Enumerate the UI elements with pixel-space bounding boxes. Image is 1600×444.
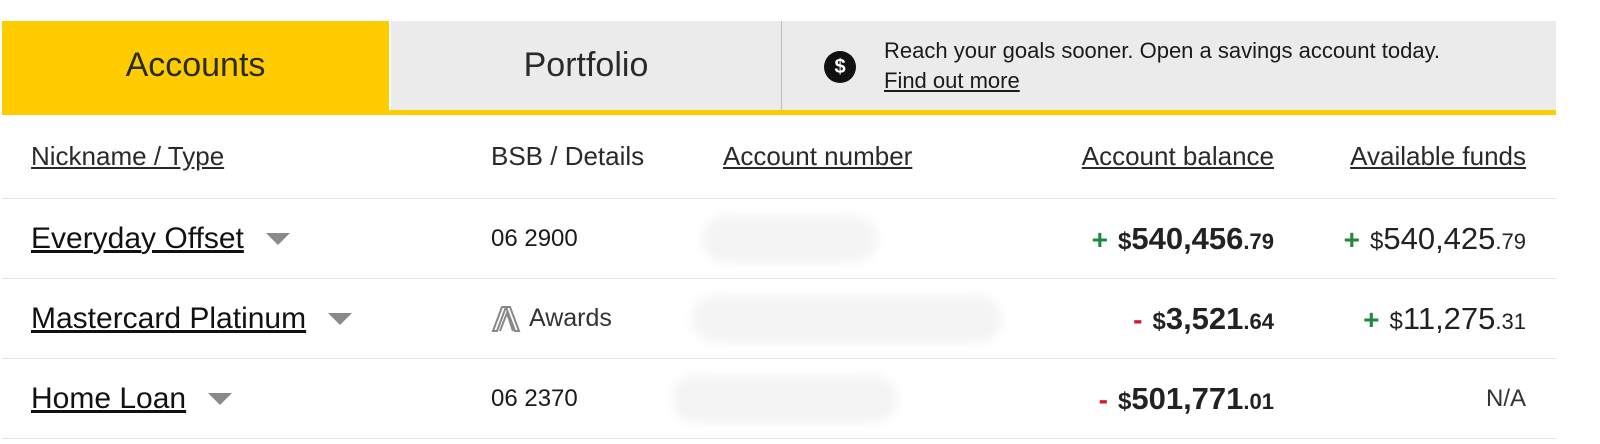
awards-link[interactable]: Awards <box>491 304 612 333</box>
account-balance-value: - $ 501,771 .01 <box>1099 381 1274 417</box>
balance-cents: .64 <box>1243 308 1274 334</box>
balance-main: 501,771 <box>1131 380 1244 416</box>
bsb-value: 06 2370 <box>491 384 578 412</box>
account-number-redacted <box>692 295 1002 343</box>
account-name-link[interactable]: Mastercard Platinum <box>31 302 306 336</box>
bsb-value: 06 2900 <box>491 224 578 252</box>
available-dollar: $ <box>1389 307 1403 335</box>
header-available-funds[interactable]: Available funds <box>1350 141 1526 172</box>
header-account-number[interactable]: Account number <box>723 141 912 172</box>
chevron-down-icon[interactable] <box>328 312 353 325</box>
chevron-down-icon[interactable] <box>265 232 290 245</box>
awards-logo-icon <box>491 305 521 332</box>
header-account-balance[interactable]: Account balance <box>1082 141 1274 172</box>
balance-sign: - <box>1133 303 1143 335</box>
account-balance-value: - $ 3,521 .64 <box>1133 301 1274 337</box>
savings-promo-banner: $ Reach your goals sooner. Open a saving… <box>782 21 1556 110</box>
awards-label: Awards <box>529 304 612 332</box>
available-sign: + <box>1343 223 1360 255</box>
balance-main: 540,456 <box>1131 220 1244 256</box>
available-main: 540,425 <box>1383 220 1496 256</box>
available-funds-na: N/A <box>1485 384 1526 412</box>
available-cents: .31 <box>1495 308 1526 334</box>
account-number-redacted <box>702 215 877 263</box>
table-row: Home Loan 06 2370 - $ 501,771 .01 N/A <box>2 359 1556 439</box>
balance-sign: + <box>1091 223 1108 255</box>
available-funds-value: + $ 540,425 .79 <box>1344 221 1526 257</box>
balance-dollar: $ <box>1117 387 1132 415</box>
tab-accounts[interactable]: Accounts <box>2 21 389 110</box>
balance-cents: .79 <box>1243 228 1274 254</box>
find-out-more-link[interactable]: Find out more <box>884 68 1020 93</box>
header-bsb-details: BSB / Details <box>491 140 645 171</box>
balance-dollar: $ <box>1117 227 1132 255</box>
account-tabs: Accounts Portfolio $ Reach your goals so… <box>2 21 1556 115</box>
available-main: 11,275 <box>1402 300 1496 336</box>
available-cents: .79 <box>1495 228 1526 254</box>
table-row: Mastercard Platinum Awards - $ 3,521 .64 <box>2 279 1556 359</box>
account-name-link[interactable]: Everyday Offset <box>31 222 244 256</box>
header-nickname-type[interactable]: Nickname / Type <box>31 141 224 172</box>
dollar-coin-icon: $ <box>824 51 856 83</box>
table-row: Everyday Offset 06 2900 + $ 540,456 .79 … <box>2 199 1556 279</box>
tab-portfolio[interactable]: Portfolio <box>391 21 781 110</box>
balance-sign: - <box>1098 383 1108 415</box>
promo-text: Reach your goals sooner. Open a savings … <box>884 38 1441 63</box>
balance-dollar: $ <box>1152 307 1166 335</box>
available-funds-value: + $ 11,275 .31 <box>1363 301 1526 337</box>
account-number-redacted <box>672 375 897 423</box>
account-balance-value: + $ 540,456 .79 <box>1092 221 1274 257</box>
balance-main: 3,521 <box>1165 300 1244 336</box>
account-name-link[interactable]: Home Loan <box>31 382 186 416</box>
table-header: Nickname / Type BSB / Details Account nu… <box>2 114 1556 199</box>
promo-message: Reach your goals sooner. Open a savings … <box>884 36 1484 96</box>
available-dollar: $ <box>1369 227 1384 255</box>
accounts-table: Nickname / Type BSB / Details Account nu… <box>2 114 1556 439</box>
balance-cents: .01 <box>1243 388 1274 414</box>
available-sign: + <box>1363 303 1380 335</box>
chevron-down-icon[interactable] <box>208 392 233 405</box>
